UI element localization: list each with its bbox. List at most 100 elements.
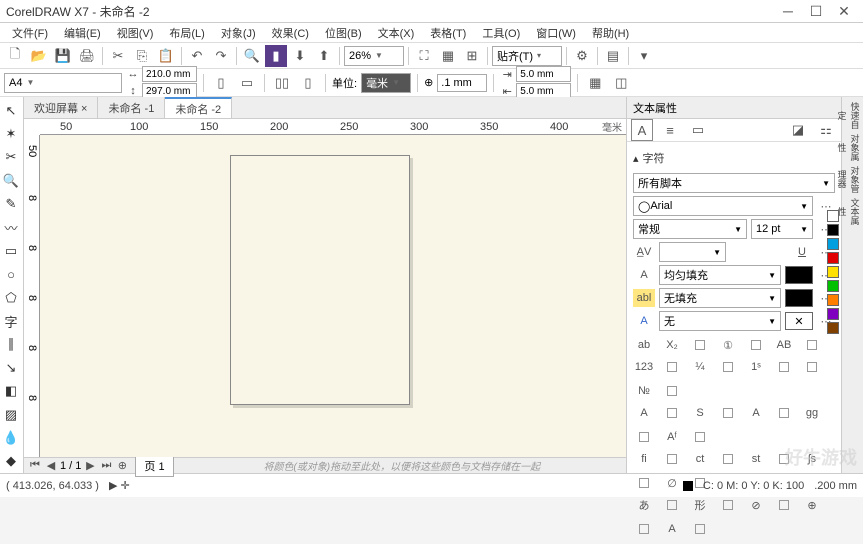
prev-page-button[interactable]: ◀ — [44, 459, 58, 472]
glyph-btn[interactable]: ∅ — [661, 474, 683, 492]
glyph-btn[interactable] — [633, 474, 655, 492]
palette-color[interactable] — [827, 210, 839, 222]
glyph-btn[interactable] — [717, 358, 739, 376]
doc-tab[interactable]: 欢迎屏幕 × — [24, 97, 98, 118]
rectangle-tool[interactable]: ▭ — [0, 240, 22, 261]
palette-color[interactable] — [827, 266, 839, 278]
outline-none[interactable]: ✕ — [785, 312, 813, 330]
grid-icon[interactable]: ⊞ — [461, 45, 483, 67]
outline-dropdown[interactable]: 无▼ — [659, 311, 781, 331]
glyph-btn[interactable] — [801, 358, 823, 376]
text-tool[interactable]: 字 — [0, 310, 22, 331]
glyph-btn[interactable] — [689, 520, 711, 538]
copy-icon[interactable]: ⎘ — [131, 45, 153, 67]
glyph-btn[interactable]: fi — [633, 450, 655, 468]
glyph-btn[interactable] — [773, 496, 795, 514]
dropshadow-tool[interactable]: ◧ — [0, 381, 22, 402]
palette-color[interactable] — [827, 308, 839, 320]
docker-tab[interactable]: 对象属性 — [844, 132, 862, 162]
glyph-btn[interactable]: X₂ — [661, 336, 683, 354]
fx-icon[interactable]: ▮ — [265, 45, 287, 67]
glyph-btn[interactable] — [801, 336, 823, 354]
glyph-btn[interactable] — [661, 450, 683, 468]
glyph-btn[interactable] — [633, 428, 655, 446]
export-icon[interactable]: ⬆ — [313, 45, 335, 67]
menu-对象J[interactable]: 对象(J) — [213, 23, 264, 42]
freehand-tool[interactable]: ✎ — [0, 194, 22, 215]
save-icon[interactable]: 💾 — [52, 45, 74, 67]
fill-color[interactable] — [785, 266, 813, 284]
palette-color[interactable] — [827, 322, 839, 334]
rulers-icon[interactable]: ▦ — [437, 45, 459, 67]
transparency-tool[interactable]: ▨ — [0, 404, 22, 425]
pick-tool[interactable]: ↖ — [0, 100, 22, 121]
menu-位图B[interactable]: 位图(B) — [317, 23, 370, 42]
glyph-btn[interactable]: 123 — [633, 358, 655, 376]
menu-工具O[interactable]: 工具(O) — [474, 23, 528, 42]
glyph-btn[interactable] — [717, 404, 739, 422]
docker-tab[interactable]: 快速自定 — [844, 100, 862, 130]
glyph-btn[interactable] — [661, 404, 683, 422]
glyph-btn[interactable] — [633, 520, 655, 538]
first-page-button[interactable]: ⏮ — [28, 459, 42, 472]
glyph-btn[interactable]: st — [745, 450, 767, 468]
kern-icon[interactable]: A̲V — [633, 243, 655, 261]
kern-dropdown[interactable]: ▼ — [659, 242, 726, 262]
nudge-input[interactable]: .1 mm — [437, 74, 487, 92]
zoom-dropdown[interactable]: 26%▼ — [344, 46, 404, 66]
glyph-btn[interactable] — [661, 382, 683, 400]
launch-icon[interactable]: ▤ — [602, 45, 624, 67]
fill-dropdown[interactable]: 均匀填充▼ — [659, 265, 781, 285]
portrait-icon[interactable]: ▯ — [210, 72, 232, 94]
paste-icon[interactable]: 📋 — [155, 45, 177, 67]
glyph-btn[interactable]: Aᶠ — [661, 428, 683, 446]
glyph-btn[interactable] — [717, 450, 739, 468]
char-tab-icon[interactable]: A — [631, 119, 653, 141]
paper-dropdown[interactable]: A4▼ — [4, 73, 122, 93]
glyph-btn[interactable]: № — [633, 382, 655, 400]
glyph-btn[interactable] — [773, 404, 795, 422]
menu-文件F[interactable]: 文件(F) — [4, 23, 56, 42]
glyph-btn[interactable] — [689, 428, 711, 446]
palette-color[interactable] — [827, 224, 839, 236]
glyph-btn[interactable]: 形 — [689, 496, 711, 514]
fill-tool[interactable]: ◆ — [0, 451, 22, 472]
add-page-button[interactable]: ⊕ — [115, 459, 129, 472]
doc-tab[interactable]: 未命名 -1 — [98, 97, 165, 118]
search-icon[interactable]: 🔍 — [241, 45, 263, 67]
polygon-tool[interactable]: ⬠ — [0, 287, 22, 308]
undo-icon[interactable]: ↶ — [186, 45, 208, 67]
glyph-btn[interactable]: ab — [633, 336, 655, 354]
zoom-tool[interactable]: 🔍 — [0, 170, 22, 191]
script-dropdown[interactable]: 所有脚本▼ — [633, 173, 835, 193]
new-icon[interactable]: 🗋 — [4, 45, 26, 67]
dup-x[interactable]: 5.0 mm — [516, 66, 571, 82]
landscape-icon[interactable]: ▭ — [236, 72, 258, 94]
all-pages-icon[interactable]: ▯▯ — [271, 72, 293, 94]
snap-dropdown[interactable]: 贴齐(T)▾ — [492, 46, 562, 66]
docker-tab[interactable]: 对象管理器 — [844, 164, 862, 194]
ellipse-tool[interactable]: ○ — [0, 264, 22, 285]
glyph-btn[interactable] — [661, 358, 683, 376]
crop-tool[interactable]: ✂ — [0, 147, 22, 168]
glyph-btn[interactable] — [717, 496, 739, 514]
glyph-btn[interactable]: あ — [633, 496, 655, 514]
glyph-btn[interactable]: A — [661, 520, 683, 538]
import-icon[interactable]: ⬇ — [289, 45, 311, 67]
docker-tab[interactable]: 文本属性 — [844, 196, 862, 226]
print-icon[interactable]: 🖨 — [76, 45, 98, 67]
glyph-btn[interactable]: ① — [717, 336, 739, 354]
size-dropdown[interactable]: 12 pt▼ — [751, 219, 813, 239]
close-button[interactable]: ✕ — [831, 2, 857, 20]
treat-icon[interactable]: ▦ — [584, 72, 606, 94]
glyph-btn[interactable] — [689, 336, 711, 354]
maximize-button[interactable]: ☐ — [803, 2, 829, 20]
bg-color[interactable] — [785, 289, 813, 307]
drawing-page[interactable] — [230, 155, 410, 405]
app-icon[interactable]: ▾ — [633, 45, 655, 67]
palette-color[interactable] — [827, 252, 839, 264]
glyph-btn[interactable]: gg — [801, 404, 823, 422]
menu-视图V[interactable]: 视图(V) — [109, 23, 162, 42]
menu-表格T[interactable]: 表格(T) — [422, 23, 474, 42]
palette-color[interactable] — [827, 294, 839, 306]
